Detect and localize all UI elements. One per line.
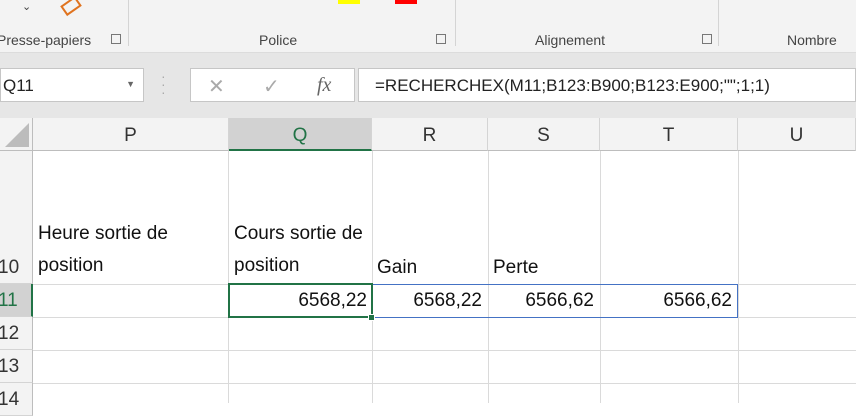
gridline: [372, 151, 373, 403]
gridline: [33, 350, 856, 351]
chevron-down-icon[interactable]: ▼: [126, 79, 135, 89]
formula-buttons: ✕ ✓ fx: [190, 68, 355, 102]
row-number: 12: [0, 323, 20, 344]
divider: [128, 0, 129, 46]
fill-handle[interactable]: [368, 314, 375, 321]
group-nombre: Nombre: [787, 32, 837, 48]
enter-icon[interactable]: ✓: [263, 74, 280, 99]
cell-s11[interactable]: 6566,62: [488, 284, 600, 317]
cell-q11-active[interactable]: 6568,22: [228, 283, 373, 318]
column-header-s[interactable]: S: [488, 118, 600, 151]
cell-s10[interactable]: Perte: [493, 251, 538, 284]
cell-t11[interactable]: 6566,62: [600, 284, 738, 317]
cell-p10[interactable]: Heure sortie de position: [38, 218, 223, 282]
gridline: [488, 151, 489, 403]
divider: [718, 0, 719, 46]
column-header-r[interactable]: R: [372, 118, 488, 151]
insert-function-icon[interactable]: fx: [317, 74, 331, 97]
column-header-p[interactable]: P: [33, 118, 229, 151]
group-police: Police: [259, 32, 298, 48]
group-alignement: Alignement: [535, 32, 606, 48]
cell-q10[interactable]: Cours sortie de position: [234, 218, 369, 282]
row-header-11[interactable]: 11: [0, 284, 33, 317]
row-header-12[interactable]: 12: [0, 317, 33, 350]
gridline: [228, 151, 229, 403]
name-box-value: Q11: [3, 76, 34, 95]
cancel-icon[interactable]: ✕: [208, 74, 225, 99]
cell-r10[interactable]: Gain: [377, 251, 417, 284]
row-header-14[interactable]: 14: [0, 383, 33, 416]
font-color-swatch[interactable]: [395, 0, 417, 4]
gridline: [738, 151, 739, 403]
row-number: 14: [0, 389, 20, 410]
divider: [455, 0, 456, 46]
row-number: 10: [0, 257, 20, 278]
name-box[interactable]: Q11 ▼: [0, 68, 144, 102]
column-header-t[interactable]: T: [600, 118, 738, 151]
ribbon: ⌄ Presse-papiers Police Alignement Nombr…: [0, 0, 856, 53]
highlight-color-swatch[interactable]: [338, 0, 360, 4]
gridline: [600, 151, 601, 403]
group-presse-papiers: Presse-papiers: [0, 32, 92, 48]
select-all-button[interactable]: [0, 118, 33, 151]
row-number: 11: [0, 290, 18, 311]
row-header-10[interactable]: 10: [0, 151, 33, 284]
row-number: 13: [0, 356, 20, 377]
cell-r11[interactable]: 6568,22: [372, 284, 488, 317]
dialog-launcher-icon[interactable]: [436, 34, 446, 44]
formula-input[interactable]: =RECHERCHEX(M11;B123:B900;B123:E900;"";1…: [358, 68, 856, 102]
row-header-13[interactable]: 13: [0, 350, 33, 383]
drag-handle-icon[interactable]: · · ·: [161, 69, 166, 99]
dialog-launcher-icon[interactable]: [702, 34, 712, 44]
format-painter-icon[interactable]: [60, 0, 82, 17]
column-header-q[interactable]: Q: [229, 118, 372, 151]
dropdown-chevron-icon[interactable]: ⌄: [22, 0, 31, 13]
column-header-u[interactable]: U: [738, 118, 856, 151]
dialog-launcher-icon[interactable]: [111, 34, 121, 44]
gridline: [33, 383, 856, 384]
